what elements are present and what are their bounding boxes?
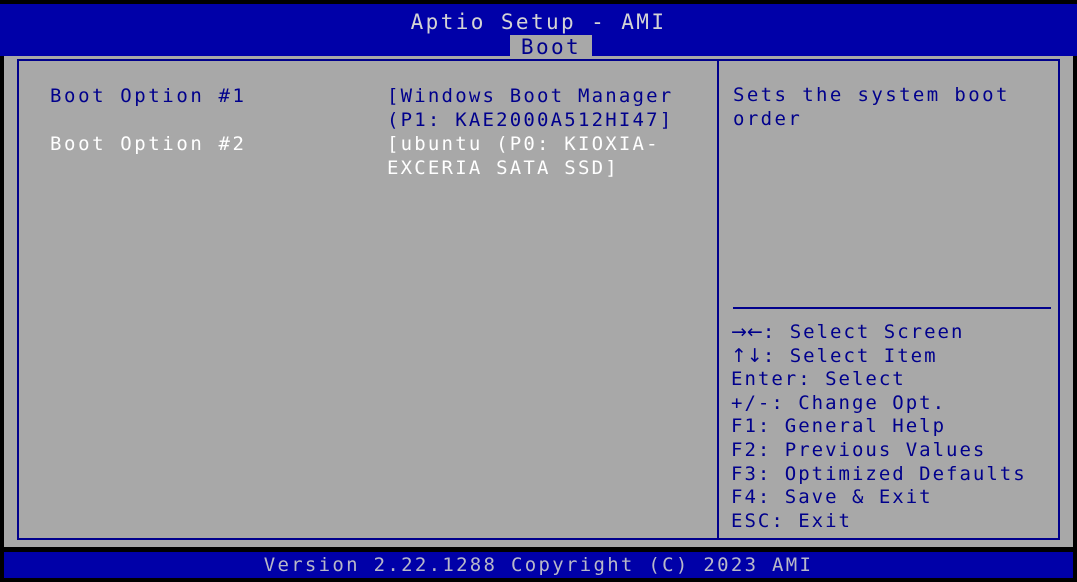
legend-item-select-screen-label: : Select Screen	[762, 321, 965, 343]
bios-setup-screen: Aptio Setup - AMI Boot Boot Option #1 [W…	[0, 0, 1077, 582]
key-legend: →←: Select Screen ↑↓: Select Item Enter:…	[731, 321, 1061, 533]
legend-item-f3: F3: Optimized Defaults	[731, 463, 1061, 487]
legend-item-f1-label: : General Help	[757, 415, 947, 438]
legend-item-f4-label: : Save & Exit	[757, 486, 933, 509]
legend-item-enter-label: : Select	[798, 368, 906, 391]
arrow-left-right-icon: →←	[731, 321, 763, 343]
help-divider	[733, 307, 1051, 309]
body-area: Boot Option #1 [Windows Boot Manager (P1…	[4, 56, 1073, 547]
legend-key-f4: F4	[731, 486, 758, 509]
version-text: Version 2.22.1288 Copyright (C) 2023 AMI	[263, 554, 814, 576]
legend-item-select-item-label: : Select Item	[762, 344, 938, 367]
panel-frame: Boot Option #1 [Windows Boot Manager (P1…	[17, 59, 1060, 540]
legend-key-esc: ESC	[731, 509, 772, 532]
title-bar: Aptio Setup - AMI Boot	[0, 4, 1077, 60]
boot-option-2-label: Boot Option #2	[50, 133, 247, 155]
footer-bar: Version 2.22.1288 Copyright (C) 2023 AMI	[4, 552, 1073, 578]
legend-key-f2: F2	[731, 438, 758, 461]
legend-key-enter: Enter	[731, 368, 799, 391]
legend-item-esc-label: : Exit	[771, 509, 852, 532]
legend-item-select-item: ↑↓: Select Item	[731, 345, 1061, 369]
legend-item-f2-label: : Previous Values	[757, 438, 987, 461]
boot-option-2-value[interactable]: [ubuntu (P0: KIOXIA-EXCERIA SATA SSD]	[387, 132, 687, 180]
arrow-up-down-icon: ↑↓	[731, 344, 763, 367]
legend-item-f1: F1: General Help	[731, 415, 1061, 439]
legend-item-esc: ESC: Exit	[731, 510, 1061, 534]
legend-item-change-opt: +/-: Change Opt.	[731, 392, 1061, 416]
help-description: Sets the system boot order	[733, 84, 1010, 130]
boot-option-1-value[interactable]: [Windows Boot Manager (P1: KAE2000A512HI…	[387, 84, 687, 132]
legend-item-f4: F4: Save & Exit	[731, 486, 1061, 510]
help-pane: Sets the system boot order →←: Select Sc…	[719, 61, 1058, 538]
legend-item-change-opt-label: : Change Opt.	[771, 391, 947, 414]
settings-pane: Boot Option #1 [Windows Boot Manager (P1…	[19, 61, 719, 538]
legend-item-enter: Enter: Select	[731, 368, 1061, 392]
legend-key-f1: F1	[731, 415, 758, 438]
legend-key-plus-minus: +/-	[731, 391, 772, 414]
legend-item-select-screen: →←: Select Screen	[731, 321, 1061, 345]
legend-key-f3: F3	[731, 462, 758, 485]
legend-item-f2: F2: Previous Values	[731, 439, 1061, 463]
app-title: Aptio Setup - AMI	[410, 10, 667, 34]
legend-item-f3-label: : Optimized Defaults	[757, 462, 1027, 485]
boot-option-1-label: Boot Option #1	[50, 85, 247, 107]
